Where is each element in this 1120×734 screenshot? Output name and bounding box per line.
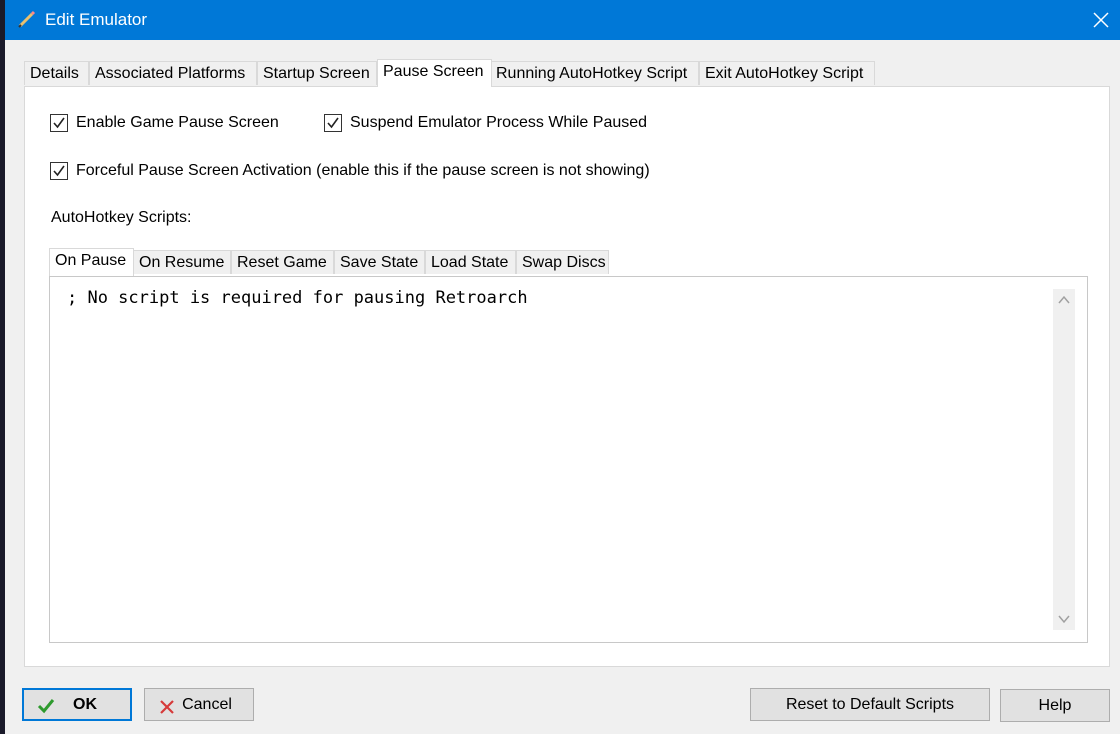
tab-load-state[interactable]: Load State (425, 250, 516, 274)
tab-associated-platforms[interactable]: Associated Platforms (89, 61, 257, 85)
title-bar: Edit Emulator (5, 0, 1120, 40)
checkmark-icon (327, 117, 339, 129)
check-icon (37, 696, 55, 714)
vertical-scrollbar[interactable] (1053, 289, 1075, 630)
suspend-process-label: Suspend Emulator Process While Paused (350, 114, 648, 131)
tab-details[interactable]: Details (24, 61, 89, 85)
enable-pause-label: Enable Game Pause Screen (76, 114, 279, 131)
scroll-down-icon[interactable] (1057, 612, 1071, 626)
suspend-process-checkbox[interactable] (324, 114, 342, 132)
forceful-activation-checkbox[interactable] (50, 162, 68, 180)
autohotkey-scripts-label: AutoHotkey Scripts: (51, 209, 192, 226)
tab-startup-screen[interactable]: Startup Screen (257, 61, 377, 85)
help-button[interactable]: Help (1000, 689, 1110, 722)
cancel-label: Cancel (182, 696, 232, 713)
x-icon (158, 696, 176, 714)
tab-running-autohotkey-script[interactable]: Running AutoHotkey Script (490, 61, 699, 85)
tab-reset-game[interactable]: Reset Game (231, 250, 334, 274)
script-text[interactable]: ; No script is required for pausing Retr… (67, 288, 528, 308)
checkmark-icon (53, 117, 65, 129)
tab-pause-screen[interactable]: Pause Screen (377, 59, 492, 87)
tab-exit-autohotkey-script[interactable]: Exit AutoHotkey Script (699, 61, 875, 85)
pencil-icon (17, 9, 37, 29)
window-title: Edit Emulator (45, 10, 148, 29)
script-editor[interactable]: ; No script is required for pausing Retr… (49, 276, 1088, 643)
tab-on-pause[interactable]: On Pause (49, 248, 134, 276)
cancel-button[interactable]: Cancel (144, 688, 254, 721)
ok-label: OK (73, 696, 97, 713)
close-icon[interactable] (1080, 0, 1120, 40)
forceful-activation-label: Forceful Pause Screen Activation (enable… (76, 162, 650, 179)
checkmark-icon (53, 165, 65, 177)
scroll-up-icon[interactable] (1057, 293, 1071, 307)
ok-button[interactable]: OK (22, 688, 132, 721)
tab-swap-discs[interactable]: Swap Discs (516, 250, 609, 274)
tab-on-resume[interactable]: On Resume (133, 250, 231, 274)
enable-pause-checkbox[interactable] (50, 114, 68, 132)
tab-save-state[interactable]: Save State (334, 250, 425, 274)
reset-default-scripts-button[interactable]: Reset to Default Scripts (750, 688, 990, 721)
